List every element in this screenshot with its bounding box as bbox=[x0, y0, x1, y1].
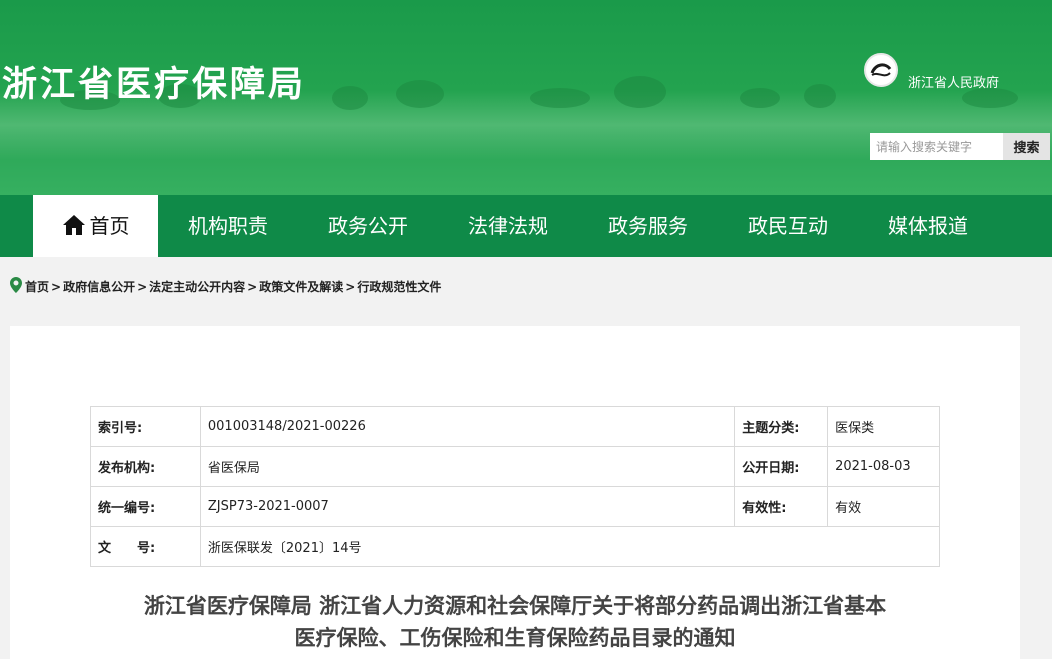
validity-value: 有效 bbox=[827, 486, 940, 527]
table-row: 索引号: 001003148/2021-00226 主题分类: 医保类 bbox=[90, 406, 940, 447]
nav-item-government-affairs[interactable]: 政务公开 bbox=[300, 195, 436, 257]
breadcrumb-separator: > bbox=[137, 280, 148, 294]
breadcrumb: 首页 > 政府信息公开 > 法定主动公开内容 > 政策文件及解读 > 行政规范性文件 bbox=[10, 277, 442, 295]
nav-item-media-reports[interactable]: 媒体报道 bbox=[860, 195, 996, 257]
breadcrumb-separator: > bbox=[51, 280, 62, 294]
main-nav: 首页 机构职责 政务公开 法律法规 政务服务 政民互动 媒体报道 bbox=[0, 195, 1052, 257]
publish-date-value: 2021-08-03 bbox=[827, 446, 940, 487]
topic-category-value: 医保类 bbox=[827, 406, 940, 447]
nav-item-home[interactable]: 首页 bbox=[33, 195, 158, 257]
nav-item-government-services[interactable]: 政务服务 bbox=[580, 195, 716, 257]
government-link[interactable]: 浙江省人民政府 bbox=[908, 72, 999, 91]
breadcrumb-item-home[interactable]: 首页 bbox=[25, 280, 49, 294]
index-number-label: 索引号: bbox=[90, 406, 201, 447]
location-pin-icon bbox=[10, 277, 22, 293]
document-meta-table: 索引号: 001003148/2021-00226 主题分类: 医保类 发布机构… bbox=[90, 406, 941, 567]
nav-item-label: 首页 bbox=[89, 214, 130, 238]
unified-number-label: 统一编号: bbox=[90, 486, 201, 527]
breadcrumb-item-gov-info[interactable]: 政府信息公开 bbox=[63, 280, 135, 294]
header-banner: 浙江省医疗保障局 浙江省人民政府 搜索 bbox=[0, 0, 1052, 195]
document-number-value: 浙医保联发〔2021〕14号 bbox=[199, 526, 941, 567]
validity-label: 有效性: bbox=[734, 486, 829, 527]
publisher-label: 发布机构: bbox=[90, 446, 201, 487]
unified-number-value: ZJSP73-2021-0007 bbox=[199, 486, 736, 527]
page: 浙江省医疗保障局 浙江省人民政府 搜索 首页 机构职责 政务公开 法律法规 政务… bbox=[0, 0, 1052, 659]
content-panel: 索引号: 001003148/2021-00226 主题分类: 医保类 发布机构… bbox=[10, 326, 1020, 659]
table-row: 统一编号: ZJSP73-2021-0007 有效性: 有效 bbox=[90, 486, 940, 527]
index-number-value: 001003148/2021-00226 bbox=[199, 406, 736, 447]
document-title-line: 医疗保险、工伤保险和生育保险药品目录的通知 bbox=[294, 626, 736, 650]
breadcrumb-separator: > bbox=[345, 280, 356, 294]
breadcrumb-item-policy-docs[interactable]: 政策文件及解读 bbox=[259, 280, 343, 294]
nav-item-agency-duties[interactable]: 机构职责 bbox=[160, 195, 296, 257]
site-title[interactable]: 浙江省医疗保障局 bbox=[2, 56, 306, 107]
home-icon bbox=[62, 215, 85, 235]
breadcrumb-item-mandatory-disclosure[interactable]: 法定主动公开内容 bbox=[149, 280, 245, 294]
search-input[interactable] bbox=[870, 133, 1003, 160]
nav-item-citizen-interaction[interactable]: 政民互动 bbox=[720, 195, 856, 257]
publisher-value: 省医保局 bbox=[199, 446, 736, 487]
breadcrumb-item-normative-docs[interactable]: 行政规范性文件 bbox=[357, 280, 441, 294]
nav-item-laws-regulations[interactable]: 法律法规 bbox=[440, 195, 576, 257]
document-title: 浙江省医疗保障局 浙江省人力资源和社会保障厅关于将部分药品调出浙江省基本 医疗保… bbox=[10, 590, 1020, 654]
table-row: 发布机构: 省医保局 公开日期: 2021-08-03 bbox=[90, 446, 940, 487]
publish-date-label: 公开日期: bbox=[734, 446, 829, 487]
table-row: 文 号: 浙医保联发〔2021〕14号 bbox=[90, 526, 941, 567]
document-title-line: 浙江省医疗保障局 浙江省人力资源和社会保障厅关于将部分药品调出浙江省基本 bbox=[143, 594, 887, 618]
breadcrumb-separator: > bbox=[247, 280, 258, 294]
search-button[interactable]: 搜索 bbox=[1003, 133, 1050, 160]
government-emblem-icon[interactable] bbox=[864, 53, 898, 87]
document-number-label: 文 号: bbox=[90, 526, 201, 567]
topic-category-label: 主题分类: bbox=[734, 406, 829, 447]
